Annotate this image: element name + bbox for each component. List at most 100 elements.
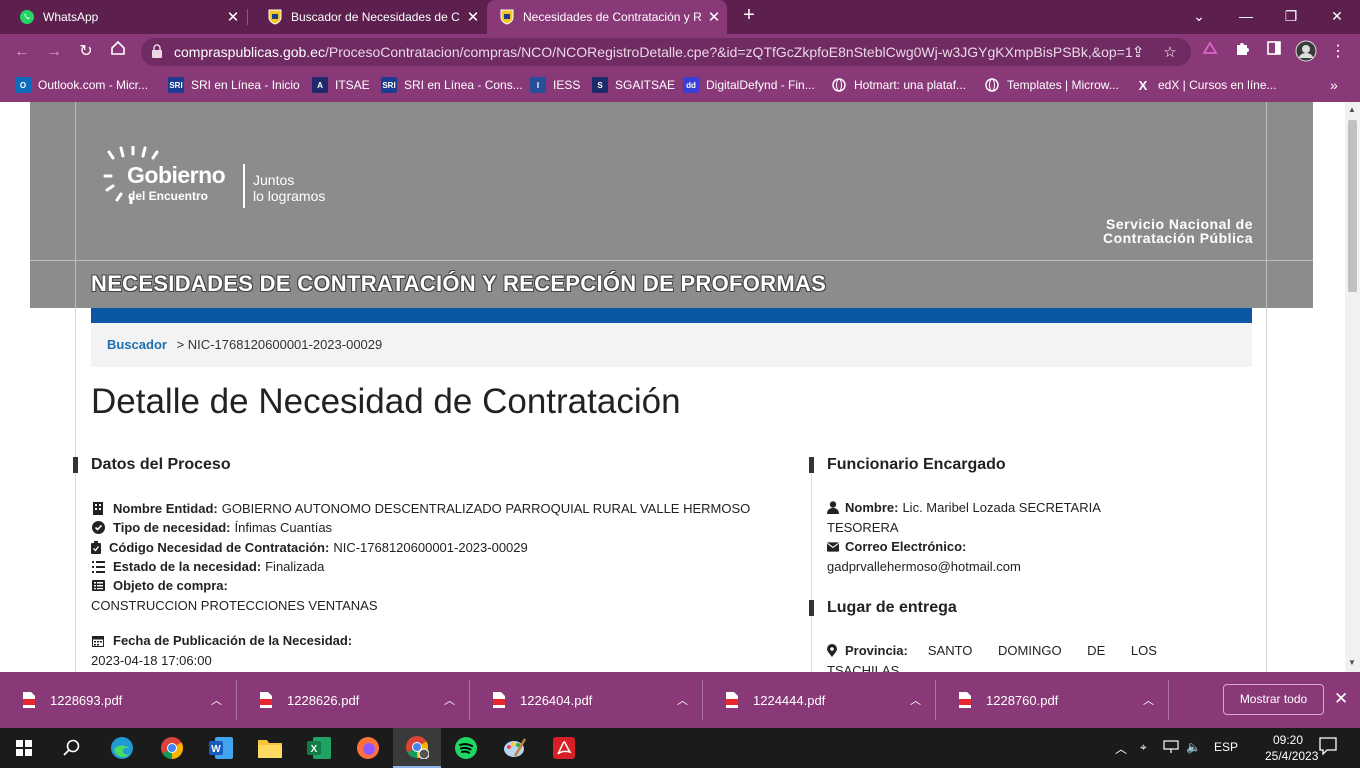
download-item[interactable]: 1226404.pdf ︿ (470, 672, 702, 728)
chrome-icon[interactable] (148, 728, 196, 768)
provincia-value-cont: TSACHILAS (827, 663, 900, 672)
bookmark-star-icon[interactable]: ☆ (1161, 44, 1179, 62)
fecha-publicacion-value: 2023-04-18 17:06:00 (91, 653, 212, 668)
restore-icon[interactable]: ❐ (1277, 4, 1305, 28)
bookmark-sri-consulta[interactable]: SRI SRI en Línea - Cons... (381, 77, 523, 93)
tab-title: Buscador de Necesidades de Con (291, 10, 460, 24)
section-datos-proceso: Datos del Proceso (73, 456, 231, 474)
svg-text:W: W (211, 744, 221, 755)
sri-icon: SRI (381, 77, 397, 93)
browser-tab-strip: WhatsApp ✕ Buscador de Necesidades de Co… (0, 0, 1360, 34)
bookmark-hotmart[interactable]: Hotmart: una plataf... (831, 77, 966, 93)
sga-icon: S (592, 77, 608, 93)
tab-search-chevron-icon[interactable]: ⌄ (1185, 4, 1213, 28)
extensions-puzzle-icon[interactable] (1230, 40, 1254, 64)
itsae-icon: A (312, 77, 328, 93)
chevron-up-icon[interactable]: ︿ (444, 692, 455, 708)
tab-title: WhatsApp (43, 10, 99, 24)
show-all-downloads-button[interactable]: Mostrar todo (1223, 684, 1324, 715)
list-alt-icon (91, 579, 105, 593)
digitaldefynd-icon: dd (683, 77, 699, 93)
chrome-profile-icon[interactable] (393, 728, 441, 768)
bookmark-iess[interactable]: I IESS (530, 77, 580, 93)
excel-icon[interactable]: X (295, 728, 343, 768)
notifications-icon[interactable] (1319, 737, 1337, 758)
firefox-icon[interactable] (344, 728, 392, 768)
breadcrumb-current: > NIC-1768120600001-2023-00029 (176, 337, 383, 352)
extension-triangle-icon[interactable] (1198, 40, 1222, 64)
close-downloads-icon[interactable]: ✕ (1334, 689, 1348, 709)
edge-icon[interactable] (98, 728, 146, 768)
chevron-up-icon[interactable]: ︿ (1143, 692, 1154, 708)
home-icon[interactable] (106, 40, 130, 64)
bookmark-sgaitsae[interactable]: S SGAITSAE (592, 77, 675, 93)
field-codigo-necesidad: Código Necesidad de Contratación: NIC-176… (91, 540, 528, 555)
download-item[interactable]: 1228760.pdf ︿ (936, 672, 1168, 728)
back-icon[interactable]: ← (10, 40, 34, 64)
close-tab-icon[interactable]: ✕ (701, 8, 727, 26)
language-indicator[interactable]: ESP (1214, 740, 1238, 754)
iess-icon: I (530, 77, 546, 93)
more-bookmarks-icon[interactable]: » (1330, 77, 1338, 93)
close-tab-icon[interactable]: ✕ (460, 8, 486, 26)
bookmark-edx[interactable]: XedX | Cursos en líne... (1135, 77, 1277, 93)
word-icon[interactable]: W (197, 728, 245, 768)
network-icon[interactable] (1163, 740, 1179, 757)
download-item[interactable]: 1228693.pdf ︿ (0, 672, 236, 728)
edx-icon: X (1138, 77, 1148, 93)
map-marker-icon (827, 644, 837, 658)
chevron-up-icon[interactable]: ︿ (910, 692, 921, 708)
page-title: Detalle de Necesidad de Contratación (91, 382, 681, 421)
windows-start-icon[interactable] (0, 728, 48, 768)
bookmark-itsae[interactable]: A ITSAE (312, 77, 370, 93)
bookmarks-bar: O Outlook.com - Micr... SRI SRI en Línea -… (0, 70, 1360, 102)
scrollbar-thumb[interactable] (1348, 120, 1357, 292)
download-item[interactable]: 1224444.pdf ︿ (703, 672, 935, 728)
side-panel-icon[interactable] (1262, 40, 1286, 64)
bookmark-sri-inicio[interactable]: SRI SRI en Línea - Inicio (168, 77, 300, 93)
calendar-icon (91, 634, 105, 648)
pdf-file-icon (493, 692, 505, 708)
acrobat-icon[interactable] (540, 728, 588, 768)
envelope-icon (827, 540, 839, 554)
bookmark-digitaldefynd[interactable]: dd DigitalDefynd - Fin... (683, 77, 815, 93)
chevron-up-icon[interactable]: ︿ (211, 692, 222, 708)
address-bar[interactable]: compraspublicas.gob.ec/ProcesoContrataci… (141, 38, 1191, 66)
chevron-up-icon[interactable]: ︿ (677, 692, 688, 708)
blue-divider (91, 308, 1252, 323)
clock[interactable]: 09:20 25/4/2023 (1265, 732, 1318, 764)
volume-icon[interactable]: 🔈 (1186, 740, 1201, 754)
list-icon (91, 560, 105, 574)
browser-menu-icon[interactable]: ⋮ (1326, 40, 1350, 64)
tab-buscador[interactable]: Buscador de Necesidades de Con ✕ (248, 0, 486, 34)
forward-icon[interactable]: → (42, 40, 66, 64)
lock-icon (152, 44, 162, 58)
windows-taskbar: W X ︿ ⌖ 🔈 ESP 09:20 25/4/2023 (0, 728, 1360, 768)
profile-avatar[interactable] (1294, 40, 1318, 64)
page-viewport: Gobierno del Encuentro Juntos lo logramos… (0, 102, 1345, 672)
pdf-file-icon (726, 692, 738, 708)
download-item[interactable]: 1228626.pdf ︿ (237, 672, 469, 728)
new-tab-button[interactable]: + (737, 4, 761, 30)
close-tab-icon[interactable]: ✕ (220, 8, 246, 26)
reload-icon[interactable]: ↻ (74, 40, 98, 64)
agency-name: Servicio Nacional de Contratación Pública (1102, 216, 1253, 246)
minimize-icon[interactable]: — (1232, 4, 1260, 28)
page-scrollbar[interactable]: ▲ ▼ (1345, 102, 1360, 672)
tab-necesidades[interactable]: Necesidades de Contratación y R ✕ (487, 0, 727, 34)
breadcrumb-buscador-link[interactable]: Buscador (107, 337, 167, 352)
banner-title: NECESIDADES DE CONTRATACIÓN Y RECEPCIÓN … (91, 271, 827, 296)
close-window-icon[interactable]: ✕ (1323, 4, 1351, 28)
tray-chevron-icon[interactable]: ︿ (1115, 740, 1127, 757)
paint-icon[interactable] (491, 728, 539, 768)
share-icon[interactable]: ⇪ (1129, 44, 1147, 62)
slogan: Juntos lo logramos (253, 172, 326, 204)
bookmark-outlook[interactable]: O Outlook.com - Micr... (15, 77, 148, 93)
tab-whatsapp[interactable]: WhatsApp ✕ (0, 0, 246, 34)
file-explorer-icon[interactable] (246, 728, 294, 768)
search-icon[interactable] (48, 728, 96, 768)
ecuador-shield-icon (267, 9, 283, 25)
spotify-icon[interactable] (442, 728, 490, 768)
bookmark-templates[interactable]: Templates | Microw... (984, 77, 1119, 93)
tray-location-icon[interactable]: ⌖ (1140, 740, 1147, 755)
